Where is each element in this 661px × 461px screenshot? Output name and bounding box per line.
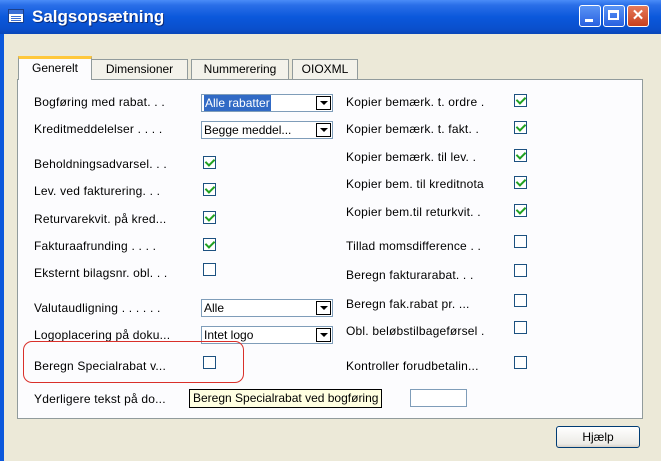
minimize-button[interactable]: [579, 5, 601, 27]
yderligere-label: Yderligere tekst på do...: [34, 392, 166, 406]
close-icon: ✕: [631, 7, 645, 24]
returvare-checkbox[interactable]: [203, 211, 216, 224]
bogforing-value: Alle rabatter: [204, 95, 271, 111]
kop-fakt-label: Kopier bemærk. t. fakt. .: [346, 122, 480, 136]
bogforing-label: Bogføring med rabat. . .: [34, 95, 165, 109]
forud-checkbox[interactable]: [514, 356, 527, 369]
bogforing-combo[interactable]: Alle rabatter: [201, 94, 333, 112]
forud-label: Kontroller forudbetalin...: [346, 359, 479, 373]
tab-generelt[interactable]: Generelt: [18, 56, 92, 80]
lev-checkbox[interactable]: [203, 183, 216, 196]
kop-ordre-label: Kopier bemærk. t. ordre .: [346, 95, 485, 109]
beholdning-label: Beholdningsadvarsel. . .: [34, 157, 167, 171]
kop-ordre-checkbox[interactable]: [514, 94, 527, 107]
kop-retur-checkbox[interactable]: [514, 204, 527, 217]
eksternt-checkbox[interactable]: [203, 263, 216, 276]
belob-checkbox[interactable]: [514, 321, 527, 334]
tab-oioxml[interactable]: OIOXML: [292, 59, 358, 79]
kreditmeddelelser-label: Kreditmeddelelser . . . .: [34, 122, 163, 136]
fakturaafrunding-checkbox[interactable]: [203, 238, 216, 251]
tab-dimensioner[interactable]: Dimensioner: [91, 59, 188, 79]
kop-lev-label: Kopier bemærk. til lev. .: [346, 150, 477, 164]
valuta-value: Alle: [204, 301, 225, 315]
fakturarabat-label: Beregn fakturarabat. . .: [346, 268, 474, 282]
kop-kredit-checkbox[interactable]: [514, 176, 527, 189]
chevron-down-icon[interactable]: [316, 96, 331, 110]
fakrabat-label: Beregn fak.rabat pr. ...: [346, 297, 470, 311]
eksternt-label: Eksternt bilagsnr. obl. . .: [34, 266, 168, 280]
fakturaafrunding-label: Fakturaafrunding . . . .: [34, 239, 157, 253]
close-button[interactable]: ✕: [627, 5, 649, 27]
lev-label: Lev. ved fakturering. . .: [34, 184, 161, 198]
moms-label: Tillad momsdifference . .: [346, 239, 482, 253]
valuta-combo[interactable]: Alle: [201, 299, 333, 317]
fakrabat-checkbox[interactable]: [514, 294, 527, 307]
window-border: [0, 34, 4, 461]
chevron-down-icon[interactable]: [316, 123, 331, 137]
kop-fakt-checkbox[interactable]: [514, 121, 527, 134]
tab-nummerering[interactable]: Nummerering: [191, 59, 289, 79]
yderligere-input[interactable]: [410, 389, 467, 407]
returvare-label: Returvarekvit. på kred...: [34, 212, 167, 226]
moms-checkbox[interactable]: [514, 235, 527, 248]
special-label: Beregn Specialrabat v...: [34, 359, 166, 373]
sales-setup-window: Salgsopsætning ✕ Generelt Dimensioner Nu…: [0, 0, 661, 461]
kop-retur-label: Kopier bem.til returkvit. .: [346, 205, 481, 219]
kreditmeddelelser-combo[interactable]: Begge meddel...: [201, 121, 333, 139]
chevron-down-icon[interactable]: [316, 328, 331, 342]
belob-label: Obl. beløbstilbageførsel .: [346, 324, 485, 338]
fakturarabat-checkbox[interactable]: [514, 264, 527, 277]
form-icon: [8, 9, 24, 23]
kop-kredit-label: Kopier bem. til kreditnota: [346, 177, 484, 191]
valuta-label: Valutaudligning . . . . . .: [34, 301, 161, 315]
beholdning-checkbox[interactable]: [203, 156, 216, 169]
tooltip: Beregn Specialrabat ved bogføring: [189, 389, 383, 408]
maximize-button[interactable]: [603, 5, 625, 27]
special-checkbox[interactable]: [203, 356, 216, 369]
logo-label: Logoplacering på doku...: [34, 328, 171, 342]
kop-lev-checkbox[interactable]: [514, 149, 527, 162]
help-button[interactable]: Hjælp: [556, 426, 640, 448]
kreditmeddelelser-value: Begge meddel...: [204, 123, 292, 137]
chevron-down-icon[interactable]: [316, 301, 331, 315]
window-title: Salgsopsætning: [32, 7, 165, 26]
title-bar[interactable]: Salgsopsætning ✕: [0, 0, 661, 34]
